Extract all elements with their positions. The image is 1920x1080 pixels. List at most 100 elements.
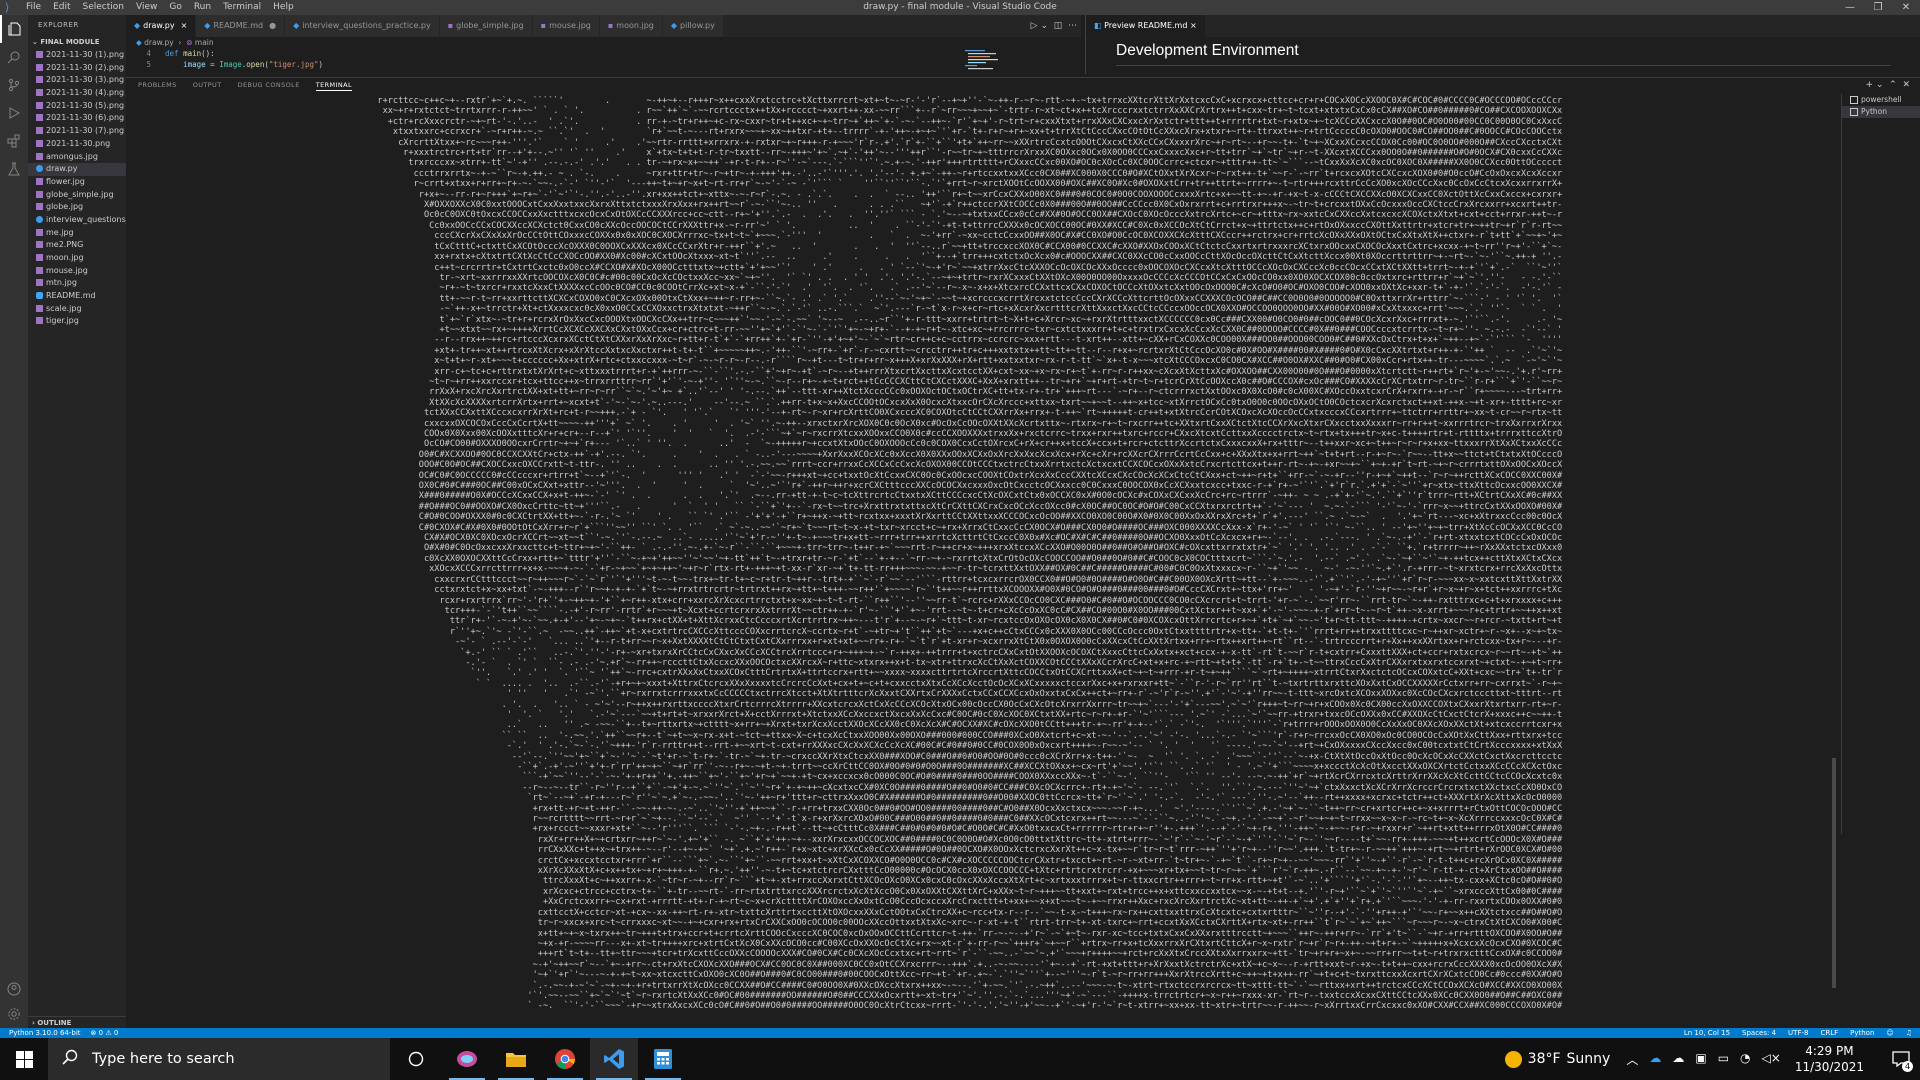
close-icon[interactable]: ×: [1190, 21, 1197, 30]
settings-gear-icon[interactable]: [0, 1000, 28, 1028]
source-control-icon[interactable]: [0, 71, 28, 99]
editor-tab[interactable]: ◆ interview_questions_practice.py: [285, 15, 440, 37]
file-item[interactable]: me2.PNG: [28, 239, 126, 252]
file-item[interactable]: mouse.jpg: [28, 265, 126, 278]
app-icon-snip[interactable]: [443, 1038, 491, 1080]
maximize-panel-icon[interactable]: ⌃: [1889, 80, 1897, 90]
chevron-up-icon[interactable]: ︿: [1626, 1051, 1638, 1068]
onedrive-icon[interactable]: ☁: [1649, 1051, 1661, 1068]
outline-section[interactable]: › OUTLINE: [28, 1016, 126, 1028]
menu-terminal[interactable]: Terminal: [222, 0, 262, 15]
terminal-scrollbar[interactable]: [1832, 758, 1836, 988]
feedback-icon[interactable]: ☺: [1886, 1028, 1893, 1038]
weather-widget[interactable]: 38°F Sunny: [1504, 1050, 1610, 1068]
close-icon[interactable]: ✕: [1892, 0, 1920, 15]
restore-icon[interactable]: ❐: [1864, 0, 1892, 15]
indentation[interactable]: Spaces: 4: [1742, 1028, 1776, 1038]
editor-tab[interactable]: ◆ draw.py ×: [126, 15, 197, 37]
file-item[interactable]: moon.jpg: [28, 252, 126, 265]
cursor-position[interactable]: Ln 10, Col 15: [1684, 1028, 1730, 1038]
file-item[interactable]: 2021-11-30.png: [28, 138, 126, 151]
more-actions-icon[interactable]: ⋯: [1068, 21, 1077, 31]
file-item[interactable]: flower.jpg: [28, 176, 126, 189]
file-item[interactable]: 2021-11-30 (1).png: [28, 49, 126, 62]
vscode-icon[interactable]: [590, 1038, 638, 1080]
file-item[interactable]: mtn.jpg: [28, 277, 126, 290]
code-editor[interactable]: 4 def main(): 5 image = Image.open("tige…: [126, 48, 1081, 74]
split-editor-icon[interactable]: ◫: [1054, 21, 1063, 31]
file-item[interactable]: 2021-11-30 (5).png: [28, 100, 126, 113]
security-icon[interactable]: ▣: [1695, 1051, 1706, 1068]
run-debug-icon[interactable]: [0, 99, 28, 127]
file-item[interactable]: amongus.jpg: [28, 151, 126, 164]
language-mode[interactable]: Python: [1850, 1028, 1874, 1038]
file-item[interactable]: globe.jpg: [28, 201, 126, 214]
file-item[interactable]: 2021-11-30 (7).png: [28, 125, 126, 138]
add-terminal-icon[interactable]: +: [1865, 80, 1873, 90]
folder-root[interactable]: ⌄ FINAL MODULE: [28, 35, 126, 49]
chevron-down-icon[interactable]: ⌄: [1040, 21, 1048, 31]
menu-help[interactable]: Help: [272, 0, 295, 15]
editor-tab[interactable]: ▪ globe_simple.jpg: [439, 15, 533, 37]
testing-icon[interactable]: [0, 155, 28, 183]
clock[interactable]: 4:29 PM 11/30/2021: [1795, 1043, 1864, 1075]
file-item[interactable]: interview_questions_p...: [28, 214, 126, 227]
editor-tab[interactable]: ◆ pillow.py: [662, 15, 724, 37]
bell-icon[interactable]: ♫: [1906, 1028, 1912, 1038]
cloud-icon[interactable]: ☁: [1672, 1051, 1684, 1068]
file-item[interactable]: me.jpg: [28, 227, 126, 240]
line-endings[interactable]: CRLF: [1820, 1028, 1838, 1038]
menu-file[interactable]: File: [25, 0, 42, 15]
file-item[interactable]: 2021-11-30 (4).png: [28, 87, 126, 100]
search-icon[interactable]: [0, 43, 28, 71]
notification-icon[interactable]: 4: [1882, 1038, 1920, 1080]
editor-tab[interactable]: ▪ moon.jpg: [599, 15, 663, 37]
file-explorer-icon[interactable]: [492, 1038, 540, 1080]
chrome-icon[interactable]: [541, 1038, 589, 1080]
menu-go[interactable]: Go: [168, 0, 182, 15]
editor-tab[interactable]: ◆ README.md ●: [196, 15, 286, 37]
windows-start-icon[interactable]: [0, 1038, 48, 1080]
taskbar-search[interactable]: Type here to search: [48, 1038, 390, 1080]
minimap[interactable]: [962, 48, 1077, 73]
file-item[interactable]: draw.py: [28, 163, 126, 176]
file-item[interactable]: globe_simple.jpg: [28, 189, 126, 202]
wifi-icon[interactable]: ◔: [1740, 1051, 1750, 1068]
menu-edit[interactable]: Edit: [52, 0, 71, 15]
chevron-down-icon[interactable]: ⌄: [1876, 80, 1884, 90]
tab-preview-readme[interactable]: ◧ Preview README.md ×: [1086, 15, 1205, 37]
file-item[interactable]: tiger.jpg: [28, 315, 126, 328]
close-panel-icon[interactable]: ✕: [1902, 80, 1910, 90]
file-item[interactable]: 2021-11-30 (3).png: [28, 74, 126, 87]
volume-icon[interactable]: ◁×: [1762, 1051, 1781, 1068]
battery-icon[interactable]: ▭: [1718, 1051, 1729, 1068]
terminal-instance[interactable]: powershell: [1842, 94, 1920, 106]
file-item[interactable]: README.md: [28, 290, 126, 303]
calculator-icon[interactable]: [639, 1038, 687, 1080]
problems-count[interactable]: ⊗ 0 ⚠ 0: [91, 1028, 119, 1038]
terminal-instance[interactable]: Python: [1842, 106, 1920, 118]
breadcrumb-file[interactable]: ◆ draw.py: [136, 38, 174, 47]
task-view-icon[interactable]: [392, 1038, 440, 1080]
explorer-icon[interactable]: [0, 15, 28, 43]
menu-run[interactable]: Run: [193, 0, 212, 15]
extensions-icon[interactable]: [0, 127, 28, 155]
editor-tab[interactable]: ▪ mouse.jpg: [532, 15, 600, 37]
close-icon[interactable]: ×: [181, 21, 188, 30]
file-item[interactable]: scale.jpg: [28, 303, 126, 316]
menu-selection[interactable]: Selection: [82, 0, 125, 15]
panel-tab[interactable]: TERMINAL: [315, 80, 352, 91]
panel-tab[interactable]: DEBUG CONSOLE: [238, 80, 300, 91]
panel-tab[interactable]: OUTPUT: [193, 80, 222, 91]
terminal-output[interactable]: r+rcttcc~c++c~+--rxtr`+~`+.~. `````' . ~…: [336, 96, 1706, 1016]
encoding[interactable]: UTF-8: [1788, 1028, 1808, 1038]
file-item[interactable]: 2021-11-30 (6).png: [28, 112, 126, 125]
python-interpreter[interactable]: Python 3.10.0 64-bit: [9, 1028, 81, 1038]
menu-view[interactable]: View: [135, 0, 158, 15]
panel-tab[interactable]: PROBLEMS: [138, 80, 177, 91]
file-item[interactable]: 2021-11-30 (2).png: [28, 62, 126, 75]
minimize-icon[interactable]: —: [1836, 0, 1864, 15]
breadcrumb-symbol[interactable]: ⊚ main: [186, 38, 213, 47]
accounts-icon[interactable]: [0, 975, 28, 1003]
unsaved-dot-icon[interactable]: ●: [269, 21, 276, 30]
